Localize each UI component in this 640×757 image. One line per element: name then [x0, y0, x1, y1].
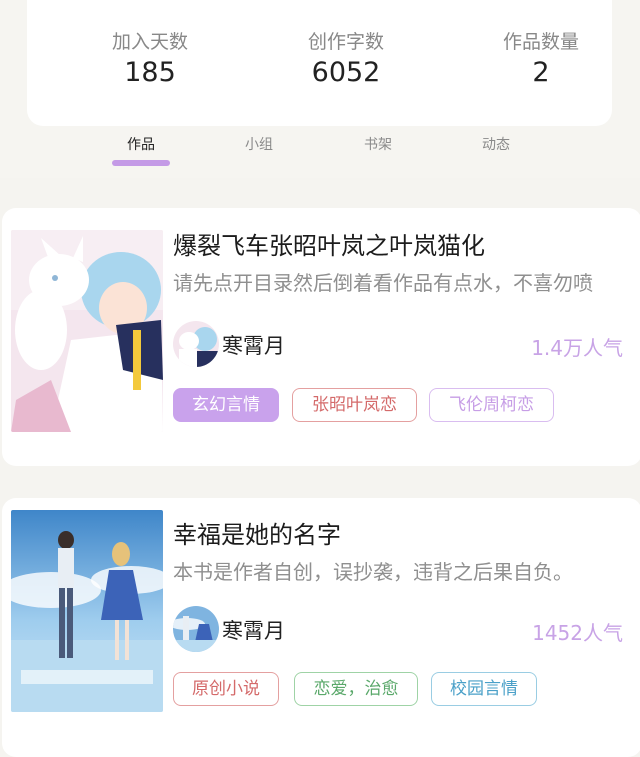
book-description: 本书是作者自创，误抄袭，违背之后果自负。 — [173, 560, 573, 584]
tab-bookshelf[interactable]: 书架 — [338, 134, 418, 154]
stat-label: 创作字数 — [307, 31, 384, 53]
stats-card: 加入天数 185 创作字数 6052 作品数量 2 — [27, 0, 612, 126]
tag-chip[interactable]: 飞伦周柯恋 — [429, 388, 554, 422]
tag-chip[interactable]: 原创小说 — [173, 672, 279, 706]
book-cover-image[interactable] — [11, 510, 163, 712]
stat-label: 加入天数 — [111, 31, 188, 53]
tag-chip[interactable]: 张昭叶岚恋 — [292, 388, 417, 422]
tab-activity[interactable]: 动态 — [456, 134, 536, 154]
tag-chip[interactable]: 玄幻言情 — [173, 388, 279, 422]
author-avatar[interactable] — [173, 321, 219, 367]
stat-work-count: 作品数量 2 — [461, 28, 621, 90]
stat-value: 2 — [532, 57, 550, 88]
active-tab-indicator — [112, 160, 170, 166]
popularity-count: 1452人气 — [532, 621, 623, 645]
stat-value: 185 — [124, 57, 176, 88]
author-name[interactable]: 寒霄月 — [222, 330, 285, 360]
author-name[interactable]: 寒霄月 — [222, 615, 285, 645]
book-card[interactable]: 爆裂飞车张昭叶岚之叶岚猫化 请先点开目录然后倒着看作品有点水，不喜勿喷 寒霄月 … — [2, 208, 640, 466]
book-description: 请先点开目录然后倒着看作品有点水，不喜勿喷 — [173, 271, 593, 295]
book-cover-image[interactable] — [11, 230, 163, 432]
tag-chip[interactable]: 校园言情 — [431, 672, 537, 706]
author-row[interactable]: 寒霄月 1.4万人气 — [173, 321, 623, 367]
tab-works[interactable]: 作品 — [101, 134, 181, 154]
stat-word-count: 创作字数 6052 — [266, 28, 426, 90]
profile-tabs: 作品 小组 书架 动态 — [0, 128, 640, 172]
stat-label: 作品数量 — [502, 31, 579, 53]
author-row[interactable]: 寒霄月 1452人气 — [173, 606, 623, 652]
popularity-count: 1.4万人气 — [531, 336, 623, 360]
book-title[interactable]: 幸福是她的名字 — [173, 515, 341, 550]
stat-join-days: 加入天数 185 — [70, 28, 230, 90]
book-title[interactable]: 爆裂飞车张昭叶岚之叶岚猫化 — [173, 226, 485, 261]
author-avatar[interactable] — [173, 606, 219, 652]
stat-value: 6052 — [311, 57, 381, 88]
tag-chip[interactable]: 恋爱，治愈 — [294, 672, 418, 706]
book-card[interactable]: 幸福是她的名字 本书是作者自创，误抄袭，违背之后果自负。 寒霄月 1452人气 … — [2, 498, 640, 757]
tab-groups[interactable]: 小组 — [219, 134, 299, 154]
